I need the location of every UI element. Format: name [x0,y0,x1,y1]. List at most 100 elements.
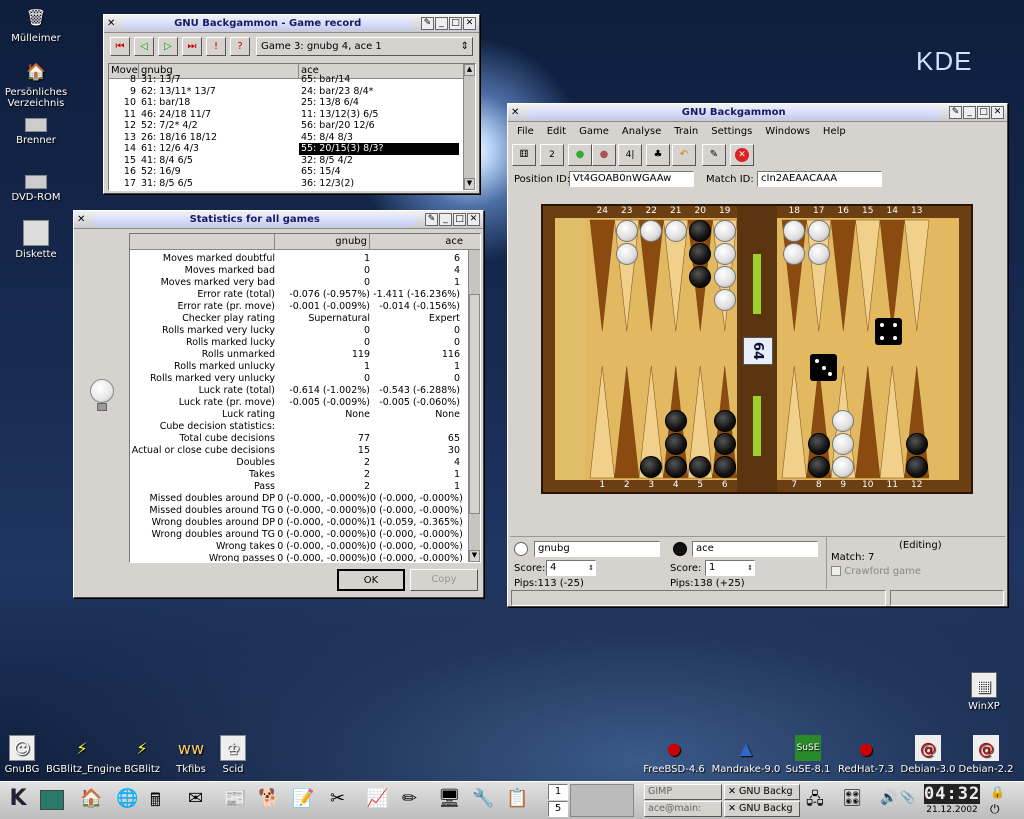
menu-analyse[interactable]: Analyse [622,126,661,137]
record-scrollbar[interactable]: ▲ ▼ [463,64,475,190]
double-button[interactable]: 2 [540,144,564,166]
white-checker[interactable] [832,410,854,432]
news-icon[interactable]: 📰 [224,788,246,809]
white-checker[interactable] [640,220,662,242]
stats-row[interactable]: Luck rating None None [130,409,480,421]
white-checker[interactable] [713,243,736,265]
header-ace[interactable]: ace [370,234,465,249]
desktop-icon-home[interactable]: 🏠 Persönliches Verzeichnis [0,58,72,109]
menu-game[interactable]: Game [579,126,609,137]
crawford-checkbox[interactable]: Crawford game [831,566,921,577]
stats-row[interactable]: Moves marked very bad 0 1 [130,277,480,289]
record-row[interactable]: 11 46: 24/18 11/7 11: 13/12(3) 6/5 [109,109,475,121]
minimize-icon[interactable]: _ [435,17,448,30]
stats-row[interactable]: Total cube decisions 77 65 [130,433,480,445]
stats-row[interactable]: Rolls marked lucky 0 0 [130,337,480,349]
first-move-button[interactable]: ⏮ [110,37,130,56]
volume-icon[interactable]: 🔊 [880,790,897,806]
menu-file[interactable]: File [517,126,534,137]
black-checker[interactable] [664,456,687,478]
stats-row[interactable]: Rolls marked very unlucky 0 0 [130,373,480,385]
pin-icon[interactable]: ✎ [421,17,434,30]
stats-row[interactable]: Checker play rating Supernatural Expert [130,313,480,325]
record-row[interactable]: 12 52: 7/2* 4/2 56: bar/20 12/6 [109,120,475,132]
spin-icon[interactable]: ⇕ [747,561,753,575]
accept-button[interactable]: 4| [618,144,642,166]
pin-icon[interactable]: ✎ [949,106,962,119]
black-checker[interactable] [664,433,687,455]
lock-icon[interactable]: 🔒 [990,785,1005,799]
spin-icon[interactable]: ⇕ [588,561,594,575]
record-list[interactable]: Move gnubg ace 8 31: 13/7 65: bar/14 9 62: … [108,63,476,191]
p1-name-field[interactable]: gnubg [534,541,660,557]
white-checker[interactable] [664,220,687,242]
menu-help[interactable]: Help [823,126,846,137]
hint-button[interactable]: ♣ [646,144,670,166]
white-checker[interactable] [783,220,805,242]
p2-name-field[interactable]: ace [692,541,818,557]
p2-score-field[interactable]: 1 ⇕ [705,560,755,576]
stats-row[interactable]: Rolls unmarked 119 116 [130,349,480,361]
home-icon[interactable]: 🏠 [80,788,102,809]
next-move-button[interactable]: ▷ [158,37,178,56]
prev-move-button[interactable]: ◁ [134,37,154,56]
black-checker[interactable] [640,456,662,478]
statistics-list[interactable]: gnubg ace Moves marked unmarked6Moves ma… [129,233,481,563]
desktop-icon-debian22[interactable]: @ Debian-2.2 [950,735,1022,775]
close-icon[interactable]: ✕ [463,17,476,30]
backgammon-board[interactable]: 24 1 23 2 22 3 21 4 20 5 19 6 18 7 17 8 16 9 15 10 14 11 13 12 6… [541,204,973,494]
p1-score-field[interactable]: 4 ⇕ [546,560,596,576]
pen-icon[interactable]: ✏ [402,788,417,809]
desktop-5[interactable]: 5 [548,801,568,817]
menu-train[interactable]: Train [674,126,698,137]
stats-row[interactable]: Rolls marked very lucky 0 0 [130,325,480,337]
window-menu-icon[interactable]: ✕ [77,214,85,225]
black-checker[interactable] [713,410,736,432]
desktop-icon-trash[interactable]: 🗑 Mülleimer [0,4,72,44]
desktop-icon-winxp[interactable]: ▦ WinXP [948,672,1020,712]
task-gimp[interactable]: GIMP [644,784,722,800]
stats-row[interactable]: Moves marked bad 0 4 [130,265,480,277]
stop-button[interactable]: ✕ [730,144,754,166]
new-game-button[interactable]: ⚅ [512,144,536,166]
game-select[interactable]: Game 3: gnubg 4, ace 1 ⇕ [256,37,473,56]
black-checker[interactable] [713,456,736,478]
roll-button[interactable]: ● [568,144,592,166]
stats-row[interactable]: Error rate (total) -0.076 (-0.957%) -1.411… [130,289,480,301]
menu-settings[interactable]: Settings [711,126,752,137]
record-row[interactable]: 10 61: bar/18 25: 13/8 6/4 [109,97,475,109]
stats-row[interactable]: Cube decision statistics: [130,421,480,433]
stats-row[interactable]: Moves marked doubtful 1 6 [130,253,480,265]
editor-icon[interactable]: 📝 [292,788,314,809]
stats-row[interactable]: Missed doubles around TG 0 (-0.000, -0.00… [130,505,480,517]
stats-row[interactable]: Pass 2 1 [130,481,480,493]
maximize-icon[interactable]: □ [977,106,990,119]
record-row[interactable]: 8 31: 13/7 65: bar/14 [109,74,475,86]
desktop-icon-floppy[interactable]: Diskette [0,220,72,260]
clock[interactable]: 04:32 21.12.2002 [922,784,982,818]
black-checker[interactable] [689,243,711,265]
kde-menu-icon[interactable]: K [4,786,32,814]
white-checker[interactable] [807,220,830,242]
black-checker[interactable] [713,433,736,455]
header-gnubg[interactable]: gnubg [275,234,370,249]
record-row[interactable]: 13 26: 18/16 18/12 45: 8/4 8/3 [109,132,475,144]
maximize-icon[interactable]: □ [449,17,462,30]
notes-icon[interactable]: 📋 [506,788,528,809]
white-checker[interactable] [783,243,805,265]
task-gnubg-1[interactable]: ✕ GNU Backg [724,784,800,800]
pin-icon[interactable]: ✎ [425,213,438,226]
stats-row[interactable]: Wrong takes 0 (-0.000, -0.000%) 0 (-0.000,… [130,541,480,553]
stats-row[interactable]: Wrong doubles around TG 0 (-0.000, -0.000… [130,529,480,541]
stats-row[interactable]: Error rate (pr. move) -0.001 (-0.009%) -0.… [130,301,480,313]
stats-row[interactable]: Wrong doubles around DP 0 (-0.000, -0.000… [130,517,480,529]
white-checker[interactable] [832,433,854,455]
clipboard-icon[interactable]: 📎 [900,790,915,804]
white-checker[interactable] [807,243,830,265]
black-checker[interactable] [905,456,928,478]
titlebar[interactable]: ✕ GNU Backgammon - Game record ✎ _ □ ✕ [104,15,479,33]
die[interactable] [875,318,902,345]
desktop-1[interactable]: 1 [548,784,568,800]
task-terminal[interactable]: ace@main: [644,801,722,817]
stats-row[interactable]: Doubles 2 4 [130,457,480,469]
